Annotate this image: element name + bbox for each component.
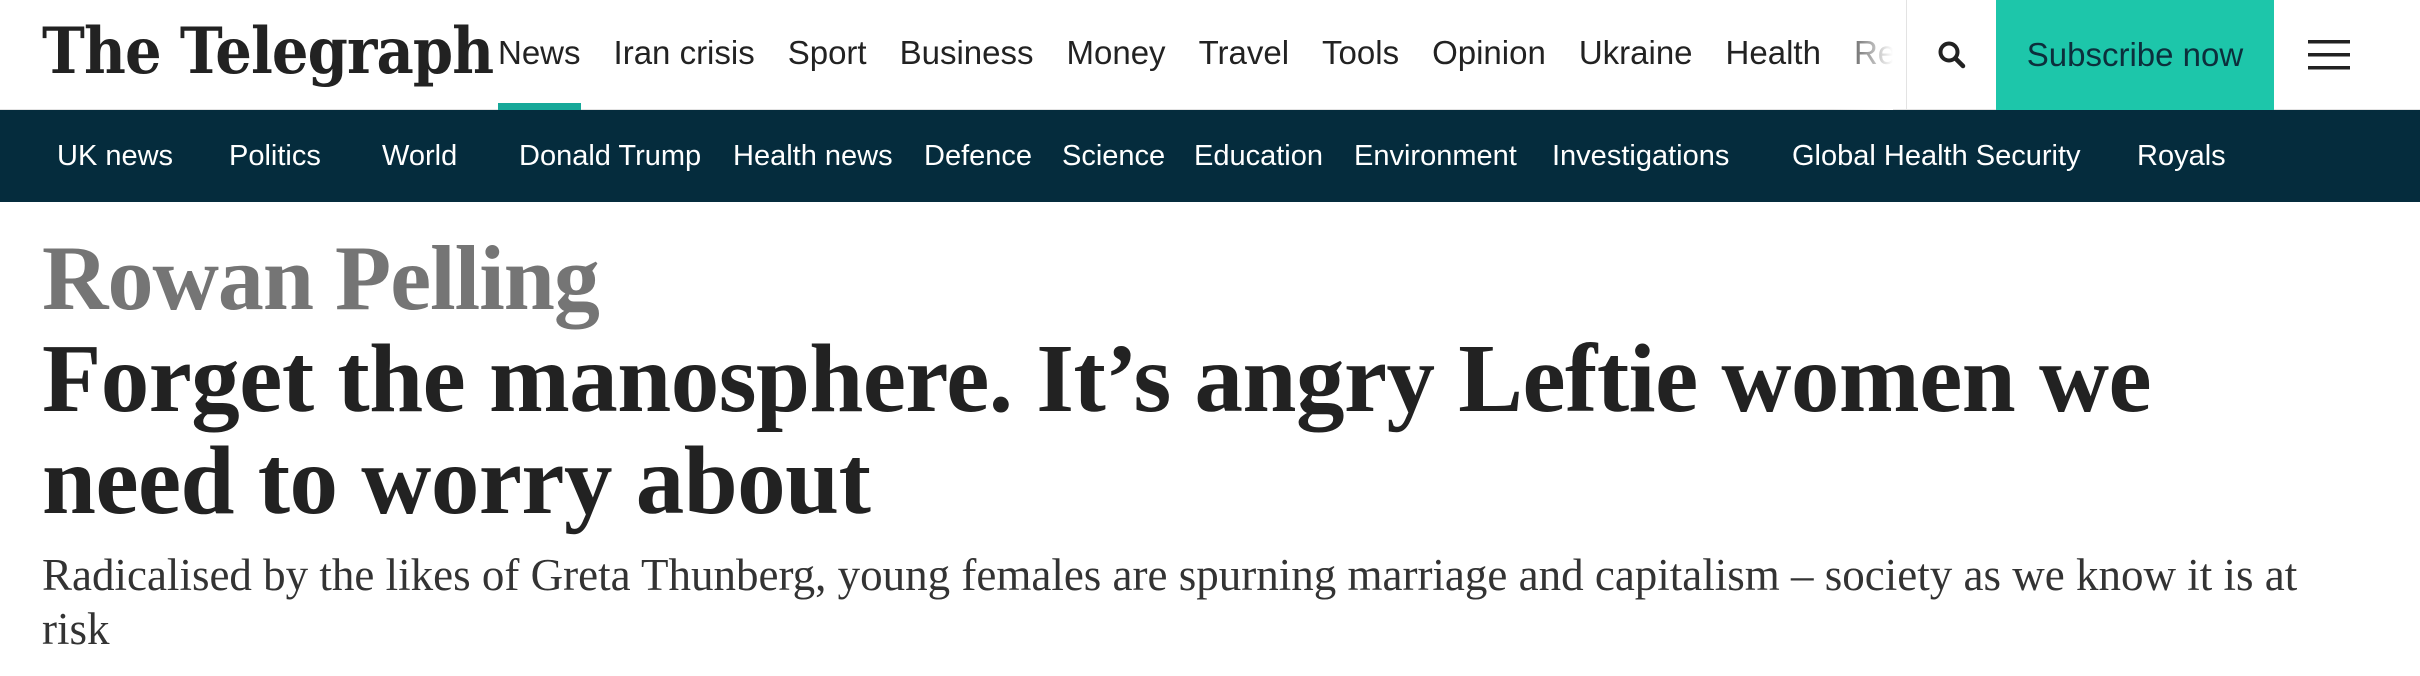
article-standfirst: Radicalised by the likes of Greta Thunbe… bbox=[42, 550, 2298, 654]
nav-item-health[interactable]: Health bbox=[1726, 0, 1821, 110]
primary-nav: News Iran crisis Sport Business Money Tr… bbox=[498, 0, 1893, 110]
secondary-nav: UK news Politics World Donald Trump Heal… bbox=[0, 110, 2420, 202]
telegraph-logo[interactable]: The Telegraph bbox=[42, 12, 494, 92]
nav-item-money[interactable]: Money bbox=[1067, 0, 1166, 110]
nav-item-opinion[interactable]: Opinion bbox=[1432, 0, 1546, 110]
subnav-item-environment[interactable]: Environment bbox=[1354, 110, 1517, 202]
search-button[interactable] bbox=[1906, 0, 1996, 110]
subnav-item-donald-trump[interactable]: Donald Trump bbox=[519, 110, 701, 202]
subnav-item-world[interactable]: World bbox=[382, 110, 457, 202]
nav-item-ukraine[interactable]: Ukraine bbox=[1579, 0, 1693, 110]
nav-item-sport[interactable]: Sport bbox=[788, 0, 867, 110]
nav-item-news[interactable]: News bbox=[498, 0, 581, 110]
top-bar: The Telegraph News Iran crisis Sport Bus… bbox=[0, 0, 2420, 110]
subscribe-button[interactable]: Subscribe now bbox=[1996, 0, 2274, 110]
menu-button[interactable] bbox=[2274, 0, 2384, 110]
author-byline[interactable]: Rowan Pelling bbox=[42, 228, 2342, 328]
subnav-item-uk-news[interactable]: UK news bbox=[57, 110, 173, 202]
subnav-item-politics[interactable]: Politics bbox=[229, 110, 321, 202]
nav-item-truncated[interactable]: Rec bbox=[1854, 0, 1893, 110]
subnav-item-education[interactable]: Education bbox=[1194, 110, 1323, 202]
hamburger-menu-icon bbox=[2308, 40, 2350, 70]
nav-item-iran-crisis[interactable]: Iran crisis bbox=[614, 0, 755, 110]
nav-item-tools[interactable]: Tools bbox=[1322, 0, 1399, 110]
search-icon bbox=[1938, 41, 1965, 69]
subnav-item-investigations[interactable]: Investigations bbox=[1552, 110, 1729, 202]
subnav-item-global-health-security[interactable]: Global Health Security bbox=[1792, 110, 2081, 202]
subnav-item-science[interactable]: Science bbox=[1062, 110, 1165, 202]
article-headline: Forget the manosphere. It’s angry Leftie… bbox=[42, 325, 2152, 534]
subnav-item-defence[interactable]: Defence bbox=[924, 110, 1032, 202]
article-header: Rowan Pelling Forget the manosphere. It’… bbox=[42, 228, 2342, 656]
nav-item-business[interactable]: Business bbox=[900, 0, 1034, 110]
nav-item-travel[interactable]: Travel bbox=[1199, 0, 1289, 110]
subnav-item-royals[interactable]: Royals bbox=[2137, 110, 2226, 202]
subnav-item-health-news[interactable]: Health news bbox=[733, 110, 893, 202]
